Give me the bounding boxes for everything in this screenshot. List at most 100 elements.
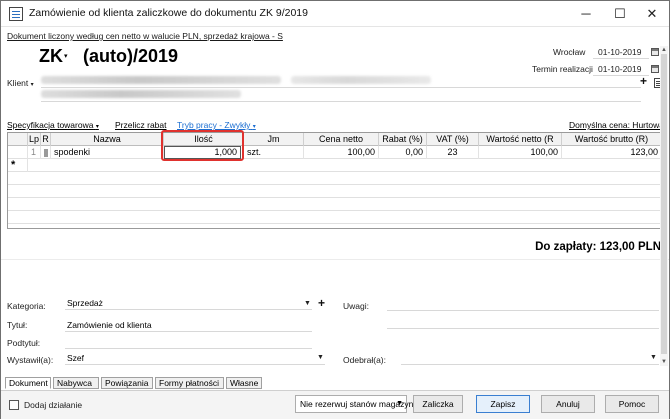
calendar-icon[interactable] [651,65,659,73]
notes-label: Uwagi: [343,301,369,311]
notes-field-line[interactable] [387,328,659,329]
issued-by-underline [65,364,325,365]
close-button[interactable]: ✕ [635,1,669,27]
minimize-button[interactable]: ─ [569,1,603,27]
column-header-r[interactable]: R [41,133,51,146]
cell-gross-value: 123,00 [630,147,658,157]
title-label: Tytuł: [7,320,28,330]
client-caret-icon: ▾ [30,82,34,88]
date-underline [593,58,649,59]
subtitle-underline [65,348,312,349]
tab-relations[interactable]: Powiązania [101,377,153,389]
cell-unit[interactable]: szt. [244,146,304,159]
maximize-button[interactable]: ☐ [603,1,637,27]
empty-row [8,211,661,224]
client-address-redacted [41,90,241,98]
spec-menu-label: Specyfikacja towarowa [7,120,94,130]
cell-discount[interactable]: 0,00 [379,146,427,159]
pricing-info-link[interactable]: Dokument liczony według cen netto w walu… [7,31,283,41]
table-row[interactable]: 1 spodenki szt. 100,00 0,00 23 100,00 12… [8,146,661,159]
save-button[interactable]: Zapisz [476,395,530,413]
cell-r [41,146,51,159]
realization-label: Termin realizacji [532,64,593,74]
spec-caret-icon: ▾ [95,124,99,130]
advance-button[interactable]: Zaliczka [413,395,463,413]
tab-document[interactable]: Dokument [5,377,51,389]
client-underline [41,101,641,102]
place-label: Wrocław [553,47,586,57]
separator [1,259,669,260]
items-table: Lp R Nazwa Ilość Jm Cena netto Rabat (%)… [7,132,662,229]
table-header: Lp R Nazwa Ilość Jm Cena netto Rabat (%)… [8,133,661,146]
column-header-discount[interactable]: Rabat (%) [379,133,427,146]
spec-menu[interactable]: Specyfikacja towarowa ▾ [7,120,99,130]
window-title: Zamówienie od klienta zaliczkowe do doku… [29,7,308,19]
document-app-icon [9,7,23,21]
help-button[interactable]: Pomoc [605,395,659,413]
cancel-button[interactable]: Anuluj [541,395,595,413]
issued-by-label: Wystawił(a): [7,355,54,365]
add-action-label[interactable]: Dodaj działanie [24,400,82,410]
row-marker-icon [44,148,48,157]
recalc-discount-link[interactable]: Przelicz rabat [115,120,167,130]
amount-due: Do zapłaty: 123,00 PLN [535,241,661,253]
document-number: (auto)/2019 [83,46,179,66]
notes-field[interactable] [387,310,659,311]
default-price-link[interactable]: Domyślna cena: Hurtowa [569,120,664,130]
column-header-lp[interactable]: Lp [28,133,41,146]
quantity-highlight-box [161,130,244,161]
client-label[interactable]: Klient ▾ [7,78,34,88]
mode-menu[interactable]: Tryb pracy - Zwykły ▾ [177,120,256,130]
reservation-select[interactable]: Nie rezerwuj stanów magazynowych ▼ [295,395,437,413]
add-category-icon[interactable]: + [318,296,325,310]
empty-row [8,198,661,211]
tab-custom[interactable]: Własne [226,377,262,389]
prefix-caret-icon[interactable]: ▾ [64,52,68,60]
row-selector[interactable] [8,146,28,159]
tab-payment-forms[interactable]: Formy płatności [155,377,224,389]
scroll-up-icon[interactable]: ▲ [660,46,668,54]
issue-date-field[interactable]: 01-10-2019 [598,47,641,57]
document-prefix[interactable]: ZK [39,46,63,67]
cell-net-value: 100,00 [479,146,562,159]
realization-date-field[interactable]: 01-10-2019 [598,64,641,74]
document-window: Zamówienie od klienta zaliczkowe do doku… [0,0,670,419]
client-underline [41,87,641,88]
empty-row [8,185,661,198]
category-dropdown-icon[interactable]: ▼ [304,300,311,307]
column-header-unit[interactable]: Jm [244,133,304,146]
mode-menu-label: Tryb pracy - Zwykły [177,120,251,130]
form-scrollbar[interactable]: ▲ ▼ [660,46,668,366]
scroll-down-icon[interactable]: ▼ [660,358,668,366]
reservation-dropdown-icon[interactable]: ▼ [396,396,403,412]
add-client-icon[interactable]: + [640,74,647,88]
empty-row [8,172,661,185]
mode-caret-icon: ▾ [252,124,256,130]
column-header-selector [8,133,28,146]
new-row-marker[interactable]: * [8,159,28,172]
issued-by-dropdown-icon[interactable]: ▼ [317,354,324,361]
received-by-dropdown-icon[interactable]: ▼ [650,354,657,361]
subtitle-label: Podtytuł: [7,338,41,348]
calendar-icon[interactable] [651,48,659,56]
title-underline [65,331,312,332]
issued-by-value[interactable]: Szef [67,353,84,363]
category-label: Kategoria: [7,301,46,311]
column-header-net-value[interactable]: Wartość netto (R [479,133,562,146]
title-field[interactable]: Zamówienie od klienta [67,320,152,330]
cell-vat[interactable]: 23 [427,146,479,159]
column-header-gross-value[interactable]: Wartość brutto (R) [562,133,661,146]
cell-name[interactable]: spodenki [51,146,164,159]
tab-buyer[interactable]: Nabywca [53,377,99,389]
cell-net-price[interactable]: 100,00 [304,146,379,159]
cell-lp: 1 [28,146,41,159]
column-header-vat[interactable]: VAT (%) [427,133,479,146]
category-value[interactable]: Sprzedaż [67,298,103,308]
received-by-underline [401,364,659,365]
scroll-thumb[interactable] [661,54,667,354]
new-row[interactable]: * [8,159,661,172]
client-detail-redacted [291,76,431,84]
column-header-net-price[interactable]: Cena netto [304,133,379,146]
add-action-checkbox[interactable] [9,400,19,410]
column-header-name[interactable]: Nazwa [51,133,164,146]
